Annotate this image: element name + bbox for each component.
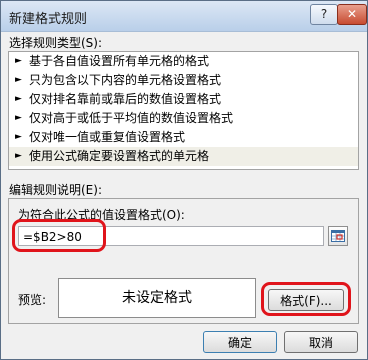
rule-type-item-label: 仅对排名靠前或靠后的数值设置格式 <box>29 92 222 106</box>
close-button[interactable]: ✕ <box>337 4 367 25</box>
rule-type-item[interactable]: ► 仅对唯一值或重复值设置格式 <box>9 128 358 147</box>
collapse-dialog-icon <box>331 230 345 242</box>
dialog-title: 新建格式规则 <box>9 12 88 27</box>
arrow-right-icon: ► <box>15 151 22 161</box>
arrow-right-icon: ► <box>15 94 22 104</box>
title-bar[interactable]: 新建格式规则 ? ✕ <box>1 1 367 32</box>
rule-type-item[interactable]: ► 只为包含以下内容的单元格设置格式 <box>9 71 358 90</box>
help-button[interactable]: ? <box>310 4 338 25</box>
arrow-right-icon: ► <box>15 75 22 85</box>
arrow-right-icon: ► <box>15 56 22 66</box>
rule-type-item-label: 只为包含以下内容的单元格设置格式 <box>29 73 222 87</box>
arrow-right-icon: ► <box>15 113 22 123</box>
rule-type-item-label: 仅对唯一值或重复值设置格式 <box>29 130 186 144</box>
rule-type-item[interactable]: ► 基于各自值设置所有单元格的格式 <box>9 52 358 71</box>
rule-type-item-label: 基于各自值设置所有单元格的格式 <box>29 54 210 68</box>
rule-type-list[interactable]: ► 基于各自值设置所有单元格的格式 ► 只为包含以下内容的单元格设置格式 ► 仅… <box>8 51 359 170</box>
ok-button[interactable]: 确定 <box>203 331 277 353</box>
format-preview: 未设定格式 <box>58 278 256 318</box>
rule-type-item[interactable]: ► 仅对高于或低于平均值的数值设置格式 <box>9 109 358 128</box>
rule-type-item-selected[interactable]: ► 使用公式确定要设置格式的单元格 <box>9 147 358 166</box>
arrow-right-icon: ► <box>15 132 22 142</box>
rule-type-label: 选择规则类型(S): <box>9 36 103 50</box>
collapse-dialog-button[interactable] <box>328 226 348 246</box>
preview-label: 预览: <box>18 293 47 307</box>
annotation-oval-formula <box>12 219 106 252</box>
cancel-button[interactable]: 取消 <box>284 331 358 353</box>
rule-type-item-label: 仅对高于或低于平均值的数值设置格式 <box>29 111 234 125</box>
rule-type-item[interactable]: ► 仅对排名靠前或靠后的数值设置格式 <box>9 90 358 109</box>
rule-type-item-label: 使用公式确定要设置格式的单元格 <box>29 149 210 163</box>
edit-description-label: 编辑规则说明(E): <box>9 183 102 197</box>
annotation-oval-format-button <box>261 282 351 316</box>
